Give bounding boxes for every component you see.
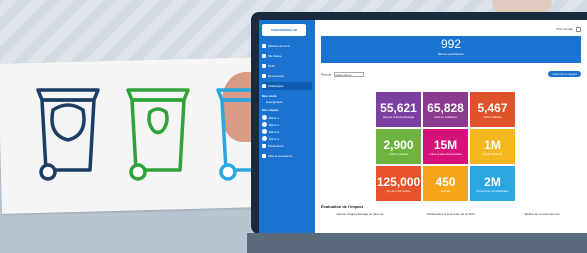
stat-tile[interactable]: 2M Personnes sensibilisées	[470, 166, 515, 201]
stat-value: 2,900	[383, 137, 414, 152]
stat-desc: Heures d'apprentissage	[382, 114, 415, 119]
main-content: Mon compte 992 Élèves participants Pério…	[315, 20, 587, 234]
recycling-bins-illustration	[36, 88, 258, 181]
team-member-name: Élève 2	[269, 122, 280, 127]
period-label: Période	[321, 71, 332, 76]
gear-icon	[262, 144, 266, 148]
stat-desc: Actions réalisées	[434, 114, 457, 119]
app-logo-text: CONTAINERCLUB	[271, 28, 297, 32]
impact-column-label: Heures d'apprentissage en plein air	[336, 212, 384, 216]
stat-value: 65,828	[427, 100, 464, 115]
dashboard-icon	[262, 44, 266, 48]
top-bar: Mon compte	[321, 24, 581, 34]
sidebar-item-settings[interactable]: Paramètres	[262, 142, 312, 150]
stat-tile[interactable]: 450 Écoles	[423, 166, 468, 201]
laptop-base	[247, 233, 587, 253]
avatar	[262, 122, 267, 127]
stat-tile[interactable]: 2,900 Arbres plantés	[376, 129, 421, 164]
sidebar-item-label: Aide et assistance	[268, 154, 293, 158]
sidebar-item-label: Défis	[268, 64, 275, 68]
impact-section: Évaluation de l'impact Heures d'apprenti…	[321, 204, 581, 216]
stat-value: 2M	[484, 174, 501, 189]
stat-desc: Écoles	[440, 188, 450, 193]
impact-columns: Heures d'apprentissage en plein air Part…	[321, 212, 581, 216]
stat-tile[interactable]: 5,467 Défis réalisés	[470, 92, 515, 127]
period-filter: Période Cette année	[321, 71, 365, 77]
sidebar-item-label: Statistiques	[268, 84, 284, 88]
stat-value: 5,467	[477, 100, 508, 115]
sidebar-item-dashboard[interactable]: Tableau de bord	[262, 42, 312, 50]
trash-bin-icon	[36, 88, 100, 181]
app-logo[interactable]: CONTAINERCLUB	[262, 24, 306, 36]
team-member[interactable]: Élève 1	[262, 114, 312, 121]
team-member[interactable]: Élève 4	[262, 135, 312, 142]
resources-icon	[262, 74, 266, 78]
expand-icon[interactable]	[576, 26, 581, 32]
team-member[interactable]: Élève 2	[262, 121, 312, 128]
stat-value: 55,621	[380, 100, 417, 115]
sidebar-item-label: Tableau de bord	[268, 44, 290, 48]
sidebar-item-statistics[interactable]: Statistiques	[262, 82, 312, 90]
avatar	[262, 136, 267, 141]
team-member-name: Élève 4	[269, 136, 280, 141]
stat-value: 15M	[433, 137, 458, 152]
team-member-name: Élève 1	[269, 115, 280, 120]
sidebar: CONTAINERCLUB Tableau de bord Ma classe …	[259, 20, 315, 234]
sidebar-item-resources[interactable]: Ressources	[262, 72, 312, 80]
generate-report-button[interactable]: Générer le rapport	[548, 71, 581, 77]
stat-desc: Arbres plantés	[388, 151, 409, 156]
team-member[interactable]: Élève 3	[262, 128, 312, 135]
stat-desc: Défis réalisés	[483, 114, 502, 119]
stat-desc: Kg de déchets	[482, 151, 503, 156]
stat-value: 1M	[484, 137, 501, 152]
sidebar-section-team: Mon équipe	[262, 108, 279, 112]
sidebar-item-label: Ma classe	[268, 54, 282, 58]
statistics-icon	[262, 84, 266, 88]
compost-bin-icon	[126, 88, 190, 181]
user-menu[interactable]: Mon compte	[556, 27, 573, 31]
hero-value: 992	[440, 37, 462, 51]
avatar	[262, 115, 267, 120]
stat-tile[interactable]: 55,621 Heures d'apprentissage	[376, 92, 421, 127]
sidebar-item-challenges[interactable]: Défis	[262, 62, 312, 70]
period-select[interactable]: Cette année	[334, 71, 365, 77]
sidebar-item-help[interactable]: Aide et assistance	[262, 152, 312, 160]
impact-column-label: Jardins de l'environnement	[524, 212, 560, 216]
help-icon	[262, 154, 266, 158]
sidebar-item-label: Ressources	[268, 74, 284, 78]
stat-value: 450	[435, 174, 456, 189]
app-screen: CONTAINERCLUB Tableau de bord Ma classe …	[259, 20, 587, 234]
stat-tile[interactable]: 15M Litres d'eau économisés	[423, 129, 468, 164]
challenges-icon	[262, 64, 266, 68]
hero-stat: 992 Élèves participants	[321, 36, 581, 63]
impact-title: Évaluation de l'impact	[321, 204, 364, 209]
stat-value: 125,000	[376, 174, 421, 189]
avatar	[262, 129, 267, 134]
stat-desc: Litres d'eau économisés	[429, 151, 462, 156]
sidebar-item-teachers[interactable]: Enseignants	[266, 100, 312, 104]
sidebar-item-label: Paramètres	[268, 144, 284, 148]
stat-tile[interactable]: 65,828 Actions réalisées	[423, 92, 468, 127]
impact-column-label: Participation à la journée de la Terre	[427, 212, 475, 216]
filter-bar: Période Cette année Générer le rapport	[321, 71, 581, 77]
stat-tile[interactable]: 1M Kg de déchets	[470, 129, 515, 164]
team-member-name: Élève 3	[269, 129, 280, 134]
hero-label: Élèves participants	[438, 52, 464, 56]
laptop-frame: CONTAINERCLUB Tableau de bord Ma classe …	[251, 12, 587, 234]
stats-grid: 55,621 Heures d'apprentissage 65,828 Actio…	[376, 92, 515, 201]
sidebar-item-class[interactable]: Ma classe	[262, 52, 312, 60]
sidebar-section-school: Mon école	[262, 94, 277, 98]
stat-desc: Kg de CO2 évités	[386, 188, 411, 193]
stat-desc: Personnes sensibilisées	[476, 188, 509, 193]
class-icon	[262, 54, 266, 58]
period-selected-value: Cette année	[335, 72, 352, 77]
stat-tile[interactable]: 125,000 Kg de CO2 évités	[376, 166, 421, 201]
